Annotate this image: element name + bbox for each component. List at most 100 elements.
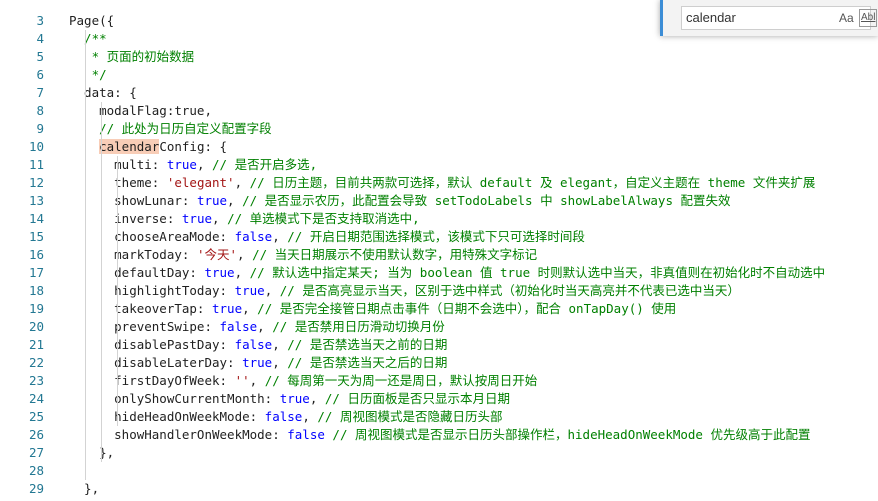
- line-number: 7: [36, 85, 44, 100]
- code-editor[interactable]: 3 Page({4 /** 5 * 页面的初始数据 6 */7 data: {8 mo…: [0, 0, 878, 501]
- code-token: // 此处为日历自定义配置字段: [69, 121, 272, 136]
- code-line: 24 onlyShowCurrentMonth: true, // 日历面板是否…: [0, 390, 878, 408]
- code-line: 21 disablePastDay: false, // 是否禁选当天之前的日期: [0, 336, 878, 354]
- code-token: ,: [242, 301, 258, 316]
- line-code: defaultDay: true, // 默认选中指定某天; 当为 boolea…: [69, 264, 825, 282]
- line-code: modalFlag:true,: [69, 102, 212, 120]
- code-token: ,: [272, 355, 288, 370]
- line-number: 9: [36, 121, 44, 136]
- code-token: // 是否禁用日历滑动切换月份: [272, 319, 445, 334]
- code-token: 'elegant': [166, 175, 235, 190]
- line-code: },: [69, 480, 99, 498]
- code-token: ,: [309, 391, 325, 406]
- line-number: 13: [28, 193, 44, 208]
- code-line: 17 defaultDay: true, // 默认选中指定某天; 当为 boo…: [0, 264, 878, 282]
- code-line: 29 },: [0, 480, 878, 498]
- line-number: 18: [28, 283, 44, 298]
- code-token: Page({: [69, 13, 115, 28]
- code-token: false: [287, 427, 325, 442]
- line-code: disablePastDay: false, // 是否禁选当天之前的日期: [69, 336, 447, 354]
- code-token: // 周视图模式是否显示日历头部操作栏，hideHeadOnWeekMode 优…: [332, 427, 811, 442]
- code-token: // 是否显示农历，此配置会导致 setTodoLabels 中 showLab…: [242, 193, 731, 208]
- line-code: },: [69, 444, 114, 462]
- code-token: ,: [196, 157, 213, 172]
- code-token: disableLaterDay:: [69, 355, 243, 370]
- indent-guide: [85, 30, 86, 480]
- match-case-toggle[interactable]: Aa: [839, 10, 854, 26]
- code-token: // 日历面板是否只显示本月日期: [324, 391, 510, 406]
- line-number: 8: [36, 103, 44, 118]
- code-token: true: [181, 211, 212, 226]
- code-line: 7 data: {: [0, 84, 878, 102]
- line-number: 15: [28, 229, 44, 244]
- code-token: ,: [272, 337, 288, 352]
- code-line: 15 chooseAreaMode: false, // 开启日期范围选择模式，…: [0, 228, 878, 246]
- code-token: true: [242, 355, 273, 370]
- code-token: '': [234, 373, 250, 388]
- code-line: 28: [0, 462, 878, 480]
- line-code: /**: [69, 30, 107, 48]
- line-number: 11: [28, 157, 44, 172]
- code-token: // 是否禁选当天之后的日期: [287, 355, 448, 370]
- code-token: true: [204, 265, 235, 280]
- code-token: '今天': [196, 247, 237, 262]
- code-line: 18 highlightToday: true, // 是否高亮显示当天，区别于…: [0, 282, 878, 300]
- code-token: // 是否禁选当天之前的日期: [287, 337, 448, 352]
- code-token: highlightToday:: [69, 283, 235, 298]
- code-token: true: [166, 157, 197, 172]
- code-token: showLunar:: [69, 193, 197, 208]
- line-number: 21: [28, 337, 44, 352]
- code-token: // 单选模式下是否支持取消选中,: [227, 211, 420, 226]
- line-number: 3: [36, 13, 44, 28]
- whole-word-toggle[interactable]: Abl: [859, 9, 878, 27]
- code-line: 25 hideHeadOnWeekMode: false, // 周视图模式是否…: [0, 408, 878, 426]
- line-code: multi: true, // 是否开启多选,: [69, 156, 317, 174]
- code-line: 14 inverse: true, // 单选模式下是否支持取消选中,: [0, 210, 878, 228]
- code-line: 26 showHandlerOnWeekMode: false // 周视图模式…: [0, 426, 878, 444]
- line-number: 25: [28, 409, 44, 424]
- code-token: ,: [204, 103, 212, 118]
- line-number: 22: [28, 355, 44, 370]
- line-code: inverse: true, // 单选模式下是否支持取消选中,: [69, 210, 420, 228]
- line-code: hideHeadOnWeekMode: false, // 周视图模式是否隐藏日…: [69, 408, 502, 426]
- code-token: // 默认选中指定某天; 当为 boolean 值 true 时则默认选中当天，…: [249, 265, 826, 280]
- code-token: */: [69, 67, 107, 82]
- code-token: takeoverTap:: [69, 301, 212, 316]
- line-number: 5: [36, 49, 44, 64]
- line-number: 26: [28, 427, 44, 442]
- line-code: showHandlerOnWeekMode: false // 周视图模式是否显…: [69, 426, 811, 444]
- line-number: 12: [28, 175, 44, 190]
- code-token: ,: [272, 229, 288, 244]
- line-code: preventSwipe: false, // 是否禁用日历滑动切换月份: [69, 318, 445, 336]
- code-token: chooseAreaMode:: [69, 229, 235, 244]
- line-code: Page({: [69, 12, 114, 30]
- line-code: */: [69, 66, 107, 84]
- code-token: defaultDay:: [69, 265, 205, 280]
- code-token: false: [234, 229, 273, 244]
- line-code: onlyShowCurrentMonth: true, // 日历面板是否只显示…: [69, 390, 510, 408]
- code-token: ,: [212, 211, 228, 226]
- code-line: 11 multi: true, // 是否开启多选,: [0, 156, 878, 174]
- line-number: 17: [28, 265, 44, 280]
- code-token: // 是否开启多选,: [212, 157, 318, 172]
- line-code: theme: 'elegant', // 日历主题，目前共两款可选择，默认 de…: [69, 174, 815, 192]
- code-token: ,: [227, 193, 243, 208]
- line-number: 19: [28, 301, 44, 316]
- code-line: 27 },: [0, 444, 878, 462]
- line-code: firstDayOfWeek: '', // 每周第一天为周一还是周日，默认按周…: [69, 372, 537, 390]
- line-code: takeoverTap: true, // 是否完全接管日期点击事件（日期不会选…: [69, 300, 676, 318]
- line-code: chooseAreaMode: false, // 开启日期范围选择模式，该模式…: [69, 228, 585, 246]
- code-token: ,: [234, 265, 250, 280]
- code-token: preventSwipe:: [69, 319, 220, 334]
- code-token: true: [234, 283, 265, 298]
- code-token: ,: [237, 247, 253, 262]
- line-code: highlightToday: true, // 是否高亮显示当天，区别于选中样…: [69, 282, 740, 300]
- code-line: 23 firstDayOfWeek: '', // 每周第一天为周一还是周日，默…: [0, 372, 878, 390]
- code-token: ,: [234, 175, 250, 190]
- code-token: /**: [69, 31, 107, 46]
- line-number: 14: [28, 211, 44, 226]
- code-token: // 是否高亮显示当天，区别于选中样式（初始化时当天高亮并不代表已选中当天）: [279, 283, 740, 298]
- indent-guide: [101, 102, 102, 462]
- code-token: true: [279, 391, 310, 406]
- line-code: data: {: [69, 84, 137, 102]
